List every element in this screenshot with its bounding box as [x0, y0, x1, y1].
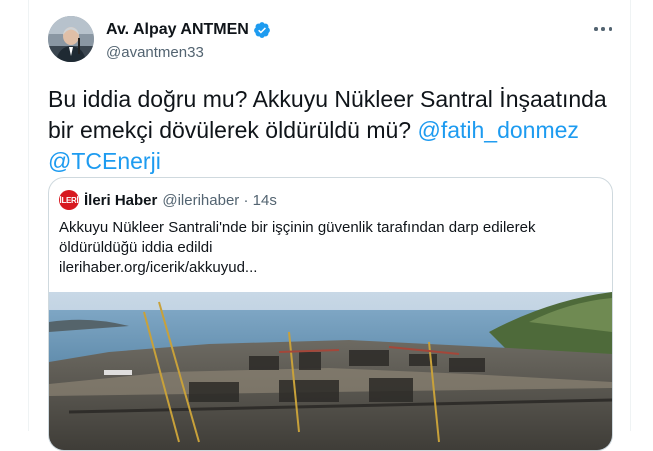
tweet-text: Bu iddia doğru mu? Akkuyu Nükleer Santra…: [48, 84, 623, 177]
verified-badge-icon: [253, 21, 271, 39]
mention-link[interactable]: @TCEnerji: [48, 148, 161, 174]
construction-site-photo: [49, 292, 612, 450]
quoted-author-avatar[interactable]: İLERİ: [59, 190, 79, 210]
author-name-text: Av. Alpay ANTMEN: [106, 21, 249, 38]
quoted-tweet-link[interactable]: ilerihaber.org/icerik/akkuyud...: [59, 258, 599, 278]
quoted-tweet-body: Akkuyu Nükleer Santrali'nde bir işçinin …: [59, 219, 536, 256]
timeline-border-left: [28, 0, 29, 431]
quoted-author-meta: @ilerihaber · 14s: [162, 191, 277, 209]
quoted-tweet-header: İLERİ İleri Haber @ilerihaber · 14s: [59, 190, 277, 210]
mention-link[interactable]: @fatih_donmez: [417, 117, 578, 143]
timeline-border-right: [630, 0, 631, 431]
more-options-icon[interactable]: [594, 20, 612, 38]
avatar-photo: [48, 16, 94, 62]
quoted-tweet-image[interactable]: [49, 292, 612, 450]
quoted-tweet-card[interactable]: İLERİ İleri Haber @ilerihaber · 14s Akku…: [48, 177, 613, 451]
author-handle[interactable]: @avantmen33: [106, 44, 204, 61]
author-name[interactable]: Av. Alpay ANTMEN: [106, 21, 271, 39]
author-avatar[interactable]: [48, 16, 94, 62]
quoted-author-name[interactable]: İleri Haber: [84, 192, 157, 209]
quoted-tweet-text: Akkuyu Nükleer Santrali'nde bir işçinin …: [59, 218, 599, 278]
